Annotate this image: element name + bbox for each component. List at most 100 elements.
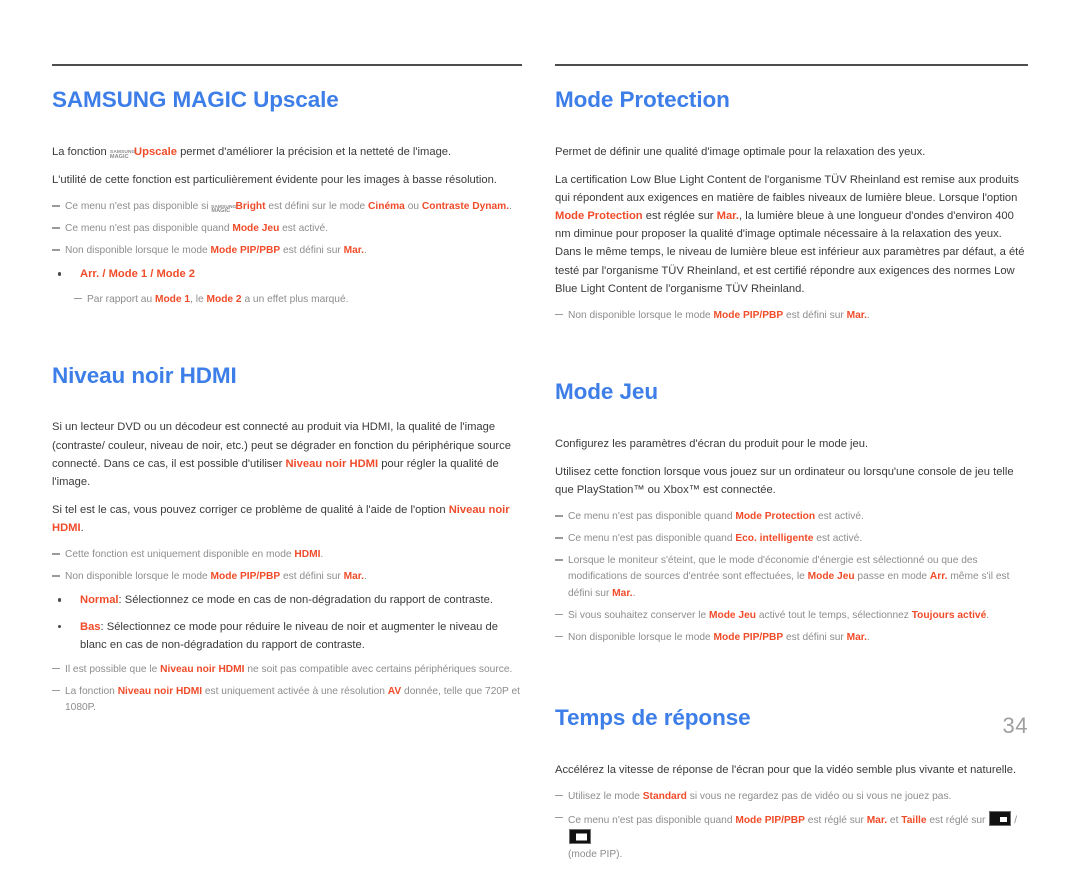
text-run: La certification Low Blue Light Content … [555, 173, 1019, 205]
text-run: Non disponible lorsque le mode [568, 631, 714, 643]
text-run: . [364, 571, 367, 583]
text-run: : Sélectionnez ce mode en cas de non-dég… [118, 594, 493, 607]
paragraph-upscale-utility: L'utilité de cette fonction est particul… [52, 173, 497, 186]
text-run: ou [404, 201, 422, 213]
highlight-mar: Mar. [716, 210, 740, 223]
text-run: permet d'améliorer la précision et la ne… [176, 145, 452, 158]
highlight-mode-pip-pbp: Mode PIP/PBP [713, 631, 784, 643]
paragraph-protection-certification: La certification Low Blue Light Content … [555, 171, 1028, 298]
highlight-mar: Mar. [846, 631, 867, 643]
text-run: Non disponible lorsque le mode [65, 245, 211, 257]
text-run: est activé. [815, 511, 864, 523]
highlight-toujours-active: Toujours activé [911, 609, 987, 621]
text-run: est défini sur [280, 245, 344, 257]
highlight-eco-intelligente: Eco. intelligente [735, 533, 814, 545]
text-run: est défini sur le mode [265, 201, 369, 213]
highlight-mar: Mar. [343, 571, 364, 583]
option-normal: Normal [80, 594, 119, 607]
note-reponse-2: Ce menu n'est pas disponible quand Mode … [555, 810, 1028, 863]
highlight-hdmi: HDMI [294, 549, 321, 561]
note-jeu-1: Ce menu n'est pas disponible quand Mode … [555, 509, 1028, 525]
highlight-mode-2: Mode 2 [206, 293, 242, 305]
note-upscale-3: Non disponible lorsque le mode Mode PIP/… [52, 243, 522, 259]
note-upscale-4: Par rapport au Mode 1, le Mode 2 a un ef… [74, 292, 522, 308]
text-run: (mode PIP). [568, 849, 623, 861]
highlight-contraste-dynam: Contraste Dynam. [421, 201, 510, 213]
text-run: . [320, 549, 324, 561]
paragraph-jeu-intro: Configurez les paramètres d'écran du pro… [555, 437, 869, 450]
left-column: SAMSUNG MAGIC Upscale La fonction SAMSUN… [0, 0, 540, 869]
note-hdmi-1: Cette fonction est uniquement disponible… [52, 547, 522, 563]
highlight-taille: Taille [901, 814, 927, 826]
text-run: La fonction [65, 685, 118, 697]
section-title-temps-de-reponse: Temps de réponse [555, 704, 751, 730]
paragraph-upscale-intro: La fonction SAMSUNG MAGIC Upscale permet d… [52, 143, 522, 161]
text-run: est activé. [279, 223, 329, 235]
bullet-hdmi-bas: Bas: Sélectionnez ce mode pour réduire l… [52, 618, 522, 654]
highlight-niveau-noir-hdmi: Niveau noir HDMI [160, 663, 245, 675]
text-run: si vous ne regardez pas de vidéo ou si v… [686, 790, 952, 802]
text-run: Si tel est le cas, vous pouvez corriger … [52, 503, 449, 516]
text-run: . [632, 587, 636, 599]
text-run: et [887, 814, 902, 826]
text-run: Non disponible lorsque le mode [65, 571, 211, 583]
text-run: passe en mode [854, 571, 930, 583]
text-run: est uniquement activée à une résolution [202, 685, 388, 697]
text-run: . [986, 609, 990, 621]
highlight-cinema: Cinéma [368, 201, 405, 213]
page-number: 34 [1002, 713, 1028, 738]
text-run: est réglé sur [804, 814, 867, 826]
text-run: est défini sur [783, 631, 847, 643]
highlight-niveau-noir-hdmi: Niveau noir HDMI [117, 685, 203, 697]
highlight-standard: Standard [642, 790, 687, 802]
paragraph-hdmi-correction: Si tel est le cas, vous pouvez corriger … [52, 501, 522, 537]
option-mode-2: Mode 2 [156, 268, 196, 281]
highlight-mode-pip-pbp: Mode PIP/PBP [210, 245, 281, 257]
highlight-upscale: Upscale [134, 145, 177, 158]
section-rule-top-right [555, 64, 1028, 66]
text-run: est activé. [813, 533, 863, 545]
samsung-magic-logo: SAMSUNG MAGIC [109, 149, 136, 160]
text-run: La fonction [52, 145, 110, 158]
section-title-mode-jeu: Mode Jeu [555, 378, 658, 404]
note-jeu-3: Lorsque le moniteur s'éteint, que le mod… [555, 553, 1028, 601]
manual-page: SAMSUNG MAGIC Upscale La fonction SAMSUN… [0, 0, 1080, 860]
note-upscale-1: Ce menu n'est pas disponible si SAMSUNG M… [52, 199, 522, 215]
text-run: . [867, 309, 870, 321]
text-run: . [80, 522, 84, 535]
option-bas: Bas [80, 620, 101, 633]
samsung-magic-logo: SAMSUNG MAGIC [211, 204, 236, 215]
paragraph-reponse-intro: Accélérez la vitesse de réponse de l'écr… [555, 763, 1017, 776]
right-column: Mode Protection Permet de définir une qu… [540, 0, 1080, 869]
highlight-arr: Arr. [929, 571, 948, 583]
text-run: / [99, 268, 109, 281]
pip-size-large-icon [569, 829, 591, 845]
section-rule-top-left [52, 64, 522, 66]
note-jeu-4: Si vous souhaitez conserver le Mode Jeu … [555, 608, 1028, 624]
text-run: Ce menu n'est pas disponible quand [568, 511, 736, 523]
highlight-bright: Bright [235, 201, 266, 213]
text-run: Si vous souhaitez conserver le [568, 609, 709, 621]
highlight-mode-protection: Mode Protection [555, 210, 643, 223]
highlight-mode-pip-pbp: Mode PIP/PBP [713, 309, 784, 321]
section-title-mode-protection: Mode Protection [555, 87, 730, 112]
paragraph-protection-intro: Permet de définir une qualité d'image op… [555, 145, 926, 158]
logo-line-samsung: SAMSUNG [109, 149, 136, 155]
text-run: activé tout le temps, sélectionnez [755, 609, 912, 621]
text-run: Ce menu n'est pas disponible quand [568, 533, 736, 545]
text-run: , la lumière bleue à une longueur d'onde… [555, 210, 1025, 295]
logo-line-magic: MAGIC [211, 208, 231, 215]
text-run: / [1014, 814, 1018, 826]
highlight-mode-jeu: Mode Jeu [232, 223, 280, 235]
note-reponse-1: Utilisez le mode Standard si vous ne reg… [555, 789, 1028, 805]
text-run: ne soit pas compatible avec certains pér… [244, 663, 513, 675]
highlight-mode-jeu: Mode Jeu [709, 609, 756, 621]
page-columns: SAMSUNG MAGIC Upscale La fonction SAMSUN… [0, 0, 1080, 869]
note-jeu-2: Ce menu n'est pas disponible quand Eco. … [555, 531, 1028, 547]
text-run: Par rapport au [87, 293, 155, 305]
text-run: Ce menu n'est pas disponible si [65, 201, 212, 213]
paragraph-jeu-usage: Utilisez cette fonction lorsque vous jou… [555, 465, 1014, 497]
text-run: . [364, 245, 367, 257]
note-hdmi-2: Non disponible lorsque le mode Mode PIP/… [52, 569, 522, 585]
section-title-magic-upscale: SAMSUNG MAGIC Upscale [52, 87, 339, 112]
